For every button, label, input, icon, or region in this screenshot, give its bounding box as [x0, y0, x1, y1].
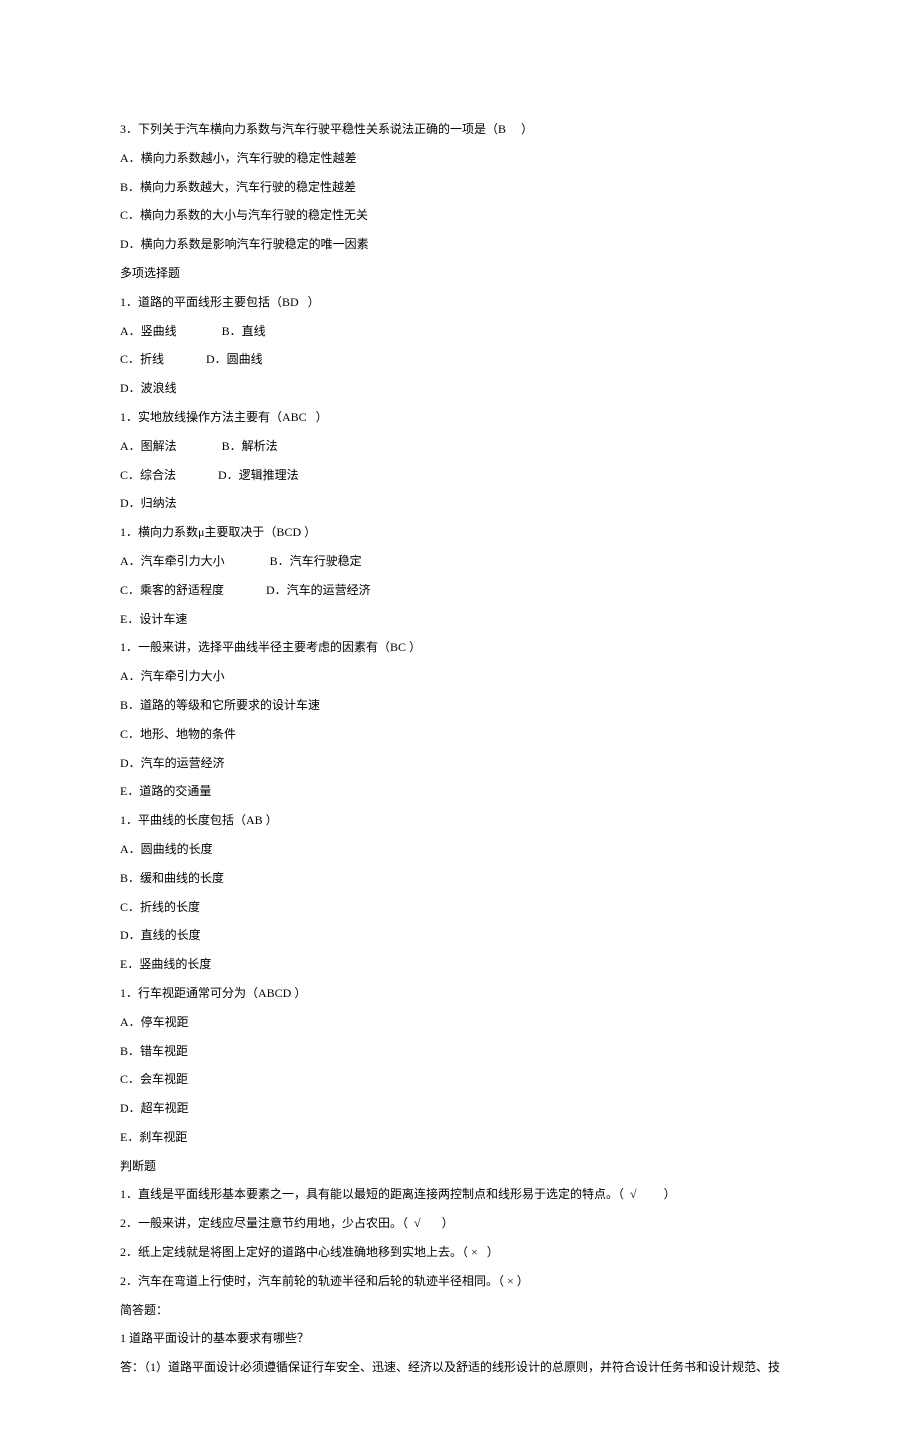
- text-line: 1．一般来讲，选择平曲线半径主要考虑的因素有（BC ）: [120, 633, 800, 662]
- text-line: 简答题：: [120, 1296, 800, 1325]
- text-line: A．圆曲线的长度: [120, 835, 800, 864]
- text-line: E．道路的交通量: [120, 777, 800, 806]
- text-line: E．刹车视距: [120, 1123, 800, 1152]
- text-line: B．道路的等级和它所要求的设计车速: [120, 691, 800, 720]
- text-line: C．综合法 D．逻辑推理法: [120, 461, 800, 490]
- text-line: 1．实地放线操作方法主要有（ABC ）: [120, 403, 800, 432]
- text-line: B．错车视距: [120, 1037, 800, 1066]
- text-line: 2．一般来讲，定线应尽量注意节约用地，少占农田。（ √ ）: [120, 1209, 800, 1238]
- text-line: 1．行车视距通常可分为（ABCD ）: [120, 979, 800, 1008]
- text-line: B．横向力系数越大，汽车行驶的稳定性越差: [120, 173, 800, 202]
- text-line: A．图解法 B．解析法: [120, 432, 800, 461]
- text-line: C．地形、地物的条件: [120, 720, 800, 749]
- text-line: A．竖曲线 B．直线: [120, 317, 800, 346]
- text-line: 1．平曲线的长度包括（AB ）: [120, 806, 800, 835]
- text-line: B．缓和曲线的长度: [120, 864, 800, 893]
- text-line: D．直线的长度: [120, 921, 800, 950]
- text-line: C．横向力系数的大小与汽车行驶的稳定性无关: [120, 201, 800, 230]
- text-line: A．停车视距: [120, 1008, 800, 1037]
- text-line: D．超车视距: [120, 1094, 800, 1123]
- text-line: 2．纸上定线就是将图上定好的道路中心线准确地移到实地上去。（ × ）: [120, 1238, 800, 1267]
- text-line: 1．直线是平面线形基本要素之一，具有能以最短的距离连接两控制点和线形易于选定的特…: [120, 1180, 800, 1209]
- text-line: 多项选择题: [120, 259, 800, 288]
- text-line: 1 道路平面设计的基本要求有哪些？: [120, 1324, 800, 1353]
- text-line: D．汽车的运营经济: [120, 749, 800, 778]
- text-line: C．乘客的舒适程度 D．汽车的运营经济: [120, 576, 800, 605]
- text-line: D．横向力系数是影响汽车行驶稳定的唯一因素: [120, 230, 800, 259]
- text-line: A．横向力系数越小，汽车行驶的稳定性越差: [120, 144, 800, 173]
- text-line: D．波浪线: [120, 374, 800, 403]
- text-line: C．折线 D．圆曲线: [120, 345, 800, 374]
- text-line: A．汽车牵引力大小: [120, 662, 800, 691]
- text-line: E．设计车速: [120, 605, 800, 634]
- text-line: D．归纳法: [120, 489, 800, 518]
- text-line: 答：（1）道路平面设计必须遵循保证行车安全、迅速、经济以及舒适的线形设计的总原则…: [120, 1353, 800, 1382]
- text-line: E．竖曲线的长度: [120, 950, 800, 979]
- text-line: A．汽车牵引力大小 B．汽车行驶稳定: [120, 547, 800, 576]
- text-line: C．会车视距: [120, 1065, 800, 1094]
- text-line: 3．下列关于汽车横向力系数与汽车行驶平稳性关系说法正确的一项是（B ）: [120, 115, 800, 144]
- text-line: 1．道路的平面线形主要包括（BD ）: [120, 288, 800, 317]
- text-line: 判断题: [120, 1152, 800, 1181]
- text-line: C．折线的长度: [120, 893, 800, 922]
- text-line: 1．横向力系数μ主要取决于（BCD ）: [120, 518, 800, 547]
- text-line: 2．汽车在弯道上行使时，汽车前轮的轨迹半径和后轮的轨迹半径相同。（ × ）: [120, 1267, 800, 1296]
